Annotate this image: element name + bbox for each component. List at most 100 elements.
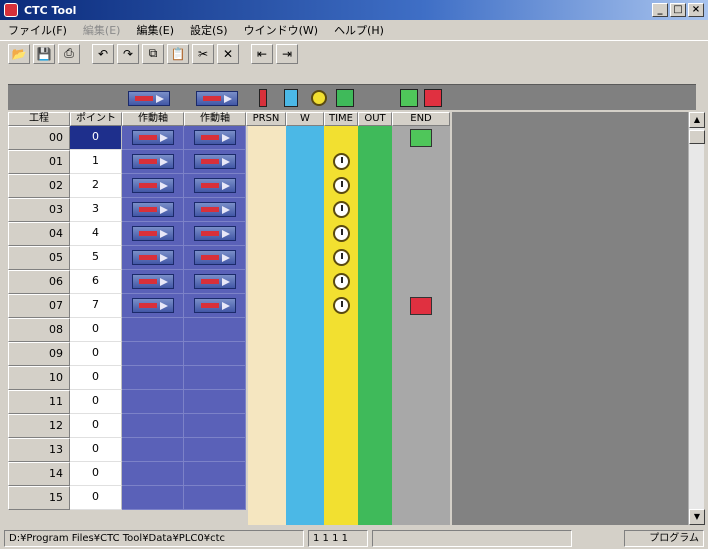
actuator-cell[interactable] [184,366,246,390]
actuator-cell[interactable] [184,342,246,366]
actuator-cell[interactable] [122,222,184,246]
timer-icon[interactable] [333,249,350,266]
vertical-scrollbar[interactable]: ▲ ▼ [688,112,705,525]
title-bar[interactable]: CTC Tool _ □ × [0,0,708,20]
timer-icon[interactable] [333,225,350,242]
menu-edit-disabled[interactable]: 編集(E) [75,22,129,38]
scroll-up-icon[interactable]: ▲ [689,112,705,128]
end-ok-palette-icon[interactable] [398,88,420,108]
output-palette-icon[interactable] [334,88,356,108]
timer-icon[interactable] [333,177,350,194]
actuator-cell[interactable] [122,366,184,390]
point-cell[interactable]: 3 [70,198,122,222]
cut-icon[interactable]: ✂ [192,43,214,64]
actuator-cell[interactable] [184,222,246,246]
copy-icon[interactable]: ⧉ [142,43,164,64]
minimize-button[interactable]: _ [652,3,668,17]
actuator-cell[interactable] [184,318,246,342]
actuator-cell[interactable] [184,198,246,222]
step-cell[interactable]: 01 [8,150,70,174]
paste-icon[interactable]: 📋 [167,43,189,64]
step-cell[interactable]: 11 [8,390,70,414]
actuator-cell[interactable] [184,126,246,150]
actuator-cell[interactable] [184,438,246,462]
actuator-cell[interactable] [184,174,246,198]
actuator-cell[interactable] [184,246,246,270]
step-cell[interactable]: 09 [8,342,70,366]
timer-icon[interactable] [333,297,350,314]
end-lane[interactable] [392,126,450,525]
actuator-cell[interactable] [184,414,246,438]
actuator-cell[interactable] [122,270,184,294]
step-cell[interactable]: 00 [8,126,70,150]
timer-palette-icon[interactable] [308,88,330,108]
wait-palette-icon[interactable] [280,88,302,108]
point-cell[interactable]: 0 [70,462,122,486]
point-cell[interactable]: 0 [70,486,122,510]
end-stop-palette-icon[interactable] [422,88,444,108]
menu-window[interactable]: ウインドウ(W) [236,22,326,38]
step-cell[interactable]: 05 [8,246,70,270]
point-cell[interactable]: 0 [70,390,122,414]
actuator-cell[interactable] [122,126,184,150]
actuator-cell[interactable] [184,486,246,510]
maximize-button[interactable]: □ [670,3,686,17]
timer-icon[interactable] [333,201,350,218]
point-cell[interactable]: 0 [70,318,122,342]
actuator-palette-icon[interactable] [194,88,240,108]
point-cell[interactable]: 7 [70,294,122,318]
actuator-cell[interactable] [184,294,246,318]
step-cell[interactable]: 08 [8,318,70,342]
actuator-cell[interactable] [122,294,184,318]
save-icon[interactable]: 💾 [33,43,55,64]
end-ok-icon[interactable] [410,129,432,147]
point-cell[interactable]: 5 [70,246,122,270]
step-next-icon[interactable]: ⇥ [276,43,298,64]
prs-lane[interactable] [248,126,286,525]
undo-icon[interactable]: ↶ [92,43,114,64]
scroll-thumb[interactable] [689,130,705,144]
actuator-cell[interactable] [122,486,184,510]
actuator-cell[interactable] [122,414,184,438]
redo-icon[interactable]: ↷ [117,43,139,64]
actuator-cell[interactable] [122,342,184,366]
step-cell[interactable]: 02 [8,174,70,198]
actuator-cell[interactable] [122,198,184,222]
actuator-cell[interactable] [122,462,184,486]
step-cell[interactable]: 10 [8,366,70,390]
menu-file[interactable]: ファイル(F) [0,22,75,38]
close-button[interactable]: × [688,3,704,17]
step-cell[interactable]: 07 [8,294,70,318]
step-cell[interactable]: 03 [8,198,70,222]
point-cell[interactable]: 4 [70,222,122,246]
folder-open-icon[interactable]: 📂 [8,43,30,64]
menu-help[interactable]: ヘルプ(H) [326,22,392,38]
point-cell[interactable]: 0 [70,414,122,438]
step-cell[interactable]: 13 [8,438,70,462]
actuator-palette-icon[interactable] [126,88,172,108]
step-cell[interactable]: 06 [8,270,70,294]
actuator-cell[interactable] [122,174,184,198]
point-cell[interactable]: 0 [70,438,122,462]
point-cell[interactable]: 0 [70,342,122,366]
point-cell[interactable]: 0 [70,126,122,150]
timer-icon[interactable] [333,273,350,290]
actuator-cell[interactable] [184,390,246,414]
actuator-cell[interactable] [184,270,246,294]
point-cell[interactable]: 1 [70,150,122,174]
step-cell[interactable]: 04 [8,222,70,246]
point-cell[interactable]: 2 [70,174,122,198]
step-cell[interactable]: 15 [8,486,70,510]
w-lane[interactable] [286,126,324,525]
press-palette-icon[interactable] [252,88,274,108]
end-stop-icon[interactable] [410,297,432,315]
actuator-cell[interactable] [122,246,184,270]
actuator-cell[interactable] [184,150,246,174]
menu-settings[interactable]: 設定(S) [182,22,236,38]
point-cell[interactable]: 6 [70,270,122,294]
actuator-cell[interactable] [122,390,184,414]
actuator-cell[interactable] [122,318,184,342]
actuator-cell[interactable] [184,462,246,486]
print-icon[interactable]: ⎙ [58,43,80,64]
scroll-down-icon[interactable]: ▼ [689,509,705,525]
